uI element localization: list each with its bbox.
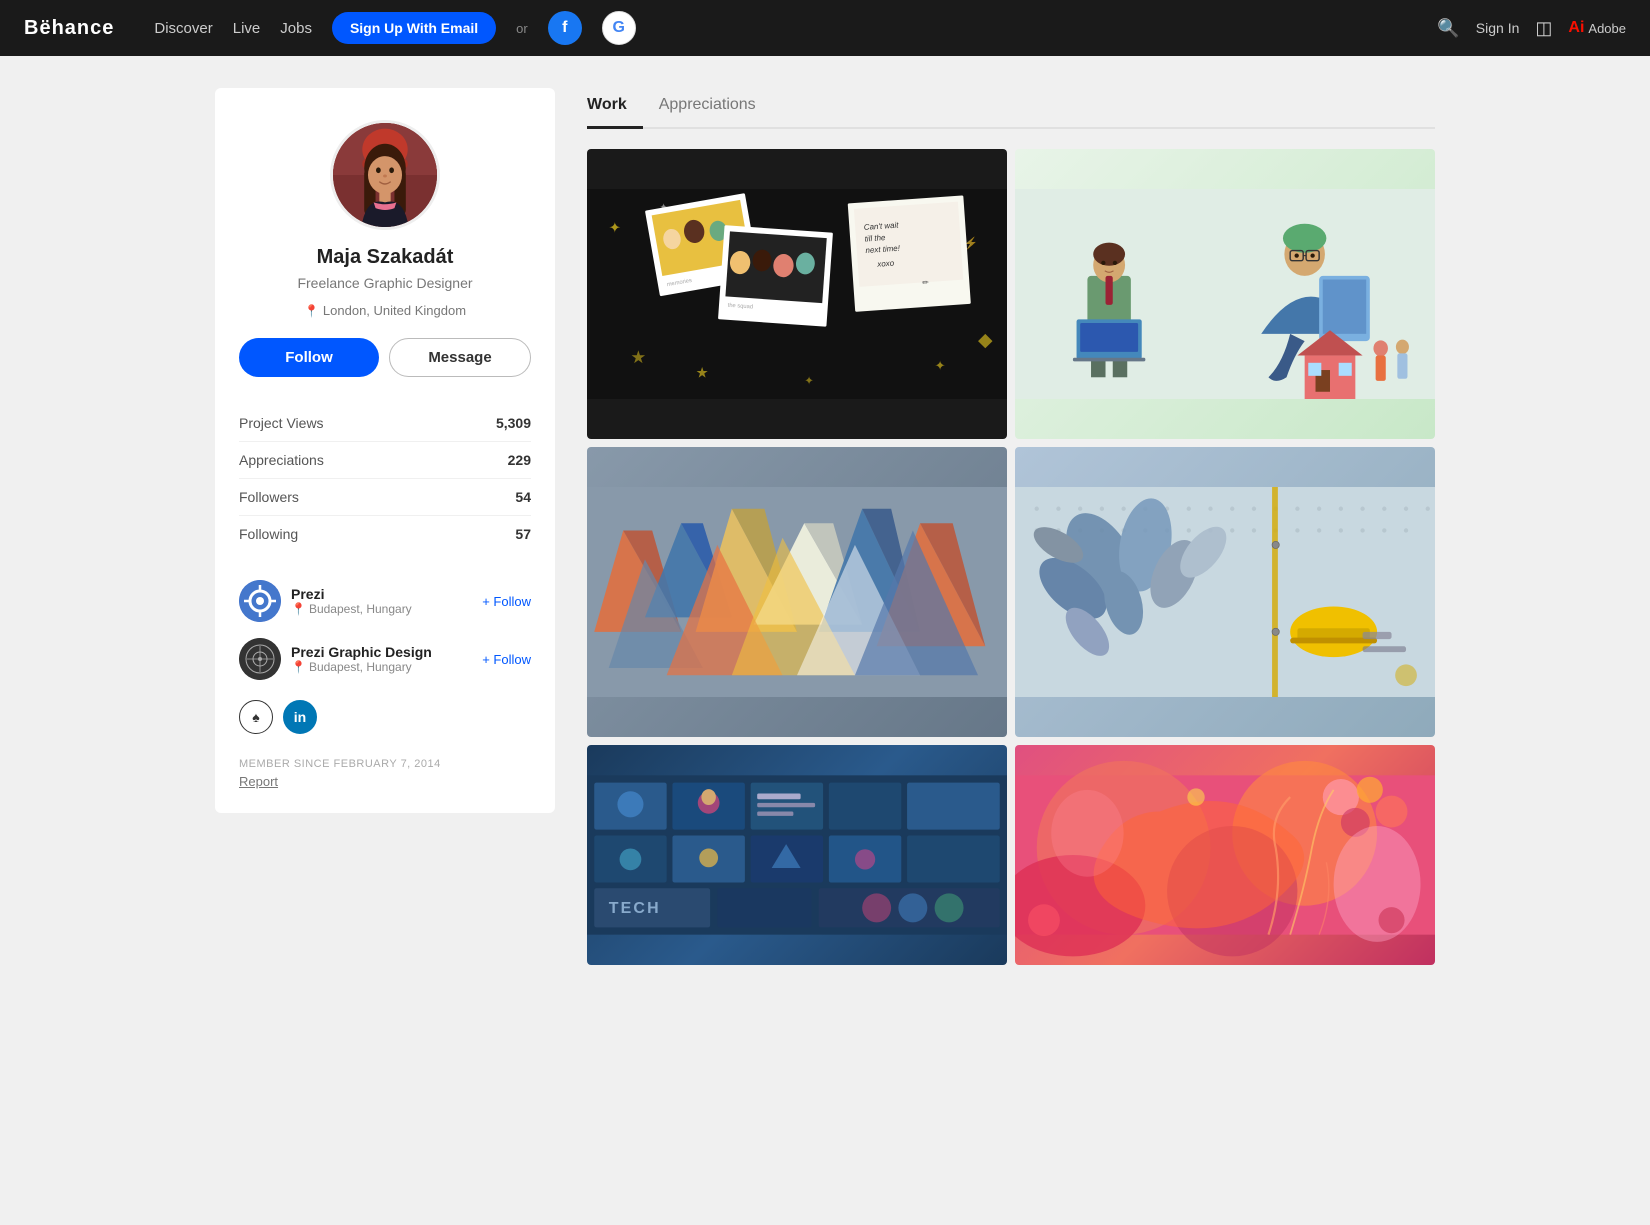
main-content: Work Appreciations ✦ ⚡ ★ ✦ ✦ ✦	[587, 88, 1435, 965]
message-button[interactable]: Message	[389, 338, 531, 377]
nav-discover[interactable]: Discover	[154, 20, 212, 37]
adobe-a-icon: Ai	[1568, 19, 1584, 37]
svg-text:till the: till the	[864, 233, 886, 243]
profile-title: Freelance Graphic Designer	[239, 275, 531, 291]
list-item: Prezi Graphic Design 📍Budapest, Hungary …	[239, 638, 531, 680]
nav-live[interactable]: Live	[233, 20, 261, 37]
project-thumbnail	[1015, 447, 1435, 737]
project-card[interactable]: ✦ ⚡ ★ ✦ ✦ ✦ memories	[587, 149, 1007, 439]
org-follow-button[interactable]: + Follow	[482, 594, 531, 609]
stat-label: Project Views	[239, 405, 446, 442]
project-card[interactable]	[1015, 745, 1435, 965]
project-card[interactable]	[1015, 149, 1435, 439]
prezi-logo-icon	[239, 580, 281, 622]
social-links: ♠ in	[239, 700, 531, 734]
table-row: Appreciations 229	[239, 442, 531, 479]
stat-value: 229	[446, 442, 531, 479]
stat-label: Appreciations	[239, 442, 446, 479]
svg-text:✦: ✦	[804, 376, 814, 388]
org-info: Prezi Graphic Design 📍Budapest, Hungary	[291, 644, 472, 674]
org-name: Prezi Graphic Design	[291, 644, 472, 660]
signup-email-button[interactable]: Sign Up With Email	[332, 12, 496, 44]
profile-name: Maja Szakadát	[239, 246, 531, 269]
avatar-wrap	[239, 120, 531, 230]
avatar	[330, 120, 440, 230]
stat-label: Followers	[239, 479, 446, 516]
stats-table: Project Views 5,309 Appreciations 229 Fo…	[239, 405, 531, 552]
org-follow-button[interactable]: + Follow	[482, 652, 531, 667]
stat-label: Following	[239, 516, 446, 553]
svg-text:★: ★	[696, 365, 709, 381]
svg-text:✦: ✦	[609, 220, 621, 236]
facebook-icon: f	[562, 19, 567, 37]
table-row: Followers 54	[239, 479, 531, 516]
location-pin-icon: 📍	[291, 602, 306, 616]
project-thumbnail	[587, 447, 1007, 737]
projects-grid: ✦ ⚡ ★ ✦ ✦ ✦ memories	[587, 149, 1435, 737]
org-avatar-prezi-design[interactable]	[239, 638, 281, 680]
member-since: MEMBER SINCE FEBRUARY 7, 2014	[239, 758, 531, 770]
project-thumbnail	[1015, 745, 1435, 965]
avatar-illustration	[333, 120, 437, 230]
table-row: Project Views 5,309	[239, 405, 531, 442]
nav-links: Discover Live Jobs	[154, 20, 312, 37]
adobe-logo: Ai Adobe	[1568, 19, 1626, 37]
stat-value: 57	[446, 516, 531, 553]
table-row: Following 57	[239, 516, 531, 553]
project-card[interactable]	[587, 447, 1007, 737]
project-card[interactable]: TECH	[587, 745, 1007, 965]
signup-google-button[interactable]: G	[602, 11, 636, 45]
page-body: Maja Szakadát Freelance Graphic Designer…	[175, 56, 1475, 997]
svg-text:xoxo: xoxo	[876, 259, 895, 269]
content-tabs: Work Appreciations	[587, 88, 1435, 129]
projects-bottom: TECH	[587, 745, 1435, 965]
signup-facebook-button[interactable]: f	[548, 11, 582, 45]
tab-appreciations[interactable]: Appreciations	[659, 88, 772, 129]
org-location: 📍Budapest, Hungary	[291, 660, 472, 674]
profile-actions: Follow Message	[239, 338, 531, 377]
stat-value: 5,309	[446, 405, 531, 442]
nav-or-text: or	[516, 21, 528, 36]
prezi-design-logo-icon	[239, 638, 281, 680]
svg-text:TECH: TECH	[609, 900, 661, 917]
signin-link[interactable]: Sign In	[1476, 20, 1520, 36]
stat-value: 54	[446, 479, 531, 516]
location-pin-icon: 📍	[304, 304, 319, 318]
navbar: Bëhance Discover Live Jobs Sign Up With …	[0, 0, 1650, 56]
project-thumbnail: ✦ ⚡ ★ ✦ ✦ ✦ memories	[587, 149, 1007, 439]
nav-right: 🔍 Sign In ◫ Ai Adobe	[1437, 18, 1626, 39]
google-icon: G	[613, 19, 625, 37]
grid-icon[interactable]: ◫	[1535, 18, 1552, 39]
site-logo[interactable]: Bëhance	[24, 17, 114, 40]
svg-text:★: ★	[630, 347, 646, 367]
list-item: Prezi 📍Budapest, Hungary + Follow	[239, 580, 531, 622]
location-pin-icon: 📍	[291, 660, 306, 674]
svg-text:✏: ✏	[922, 278, 930, 287]
org-avatar-prezi[interactable]	[239, 580, 281, 622]
linkedin-icon[interactable]: in	[283, 700, 317, 734]
project-thumbnail	[1015, 149, 1435, 439]
tab-work[interactable]: Work	[587, 88, 643, 129]
org-location: 📍Budapest, Hungary	[291, 602, 472, 616]
svg-text:✦: ✦	[935, 358, 946, 373]
nav-jobs[interactable]: Jobs	[280, 20, 312, 37]
profile-sidebar: Maja Szakadát Freelance Graphic Designer…	[215, 88, 555, 813]
project-card[interactable]	[1015, 447, 1435, 737]
dribbble-icon[interactable]: ♠	[239, 700, 273, 734]
profile-location: 📍 London, United Kingdom	[239, 303, 531, 318]
org-info: Prezi 📍Budapest, Hungary	[291, 586, 472, 616]
search-icon[interactable]: 🔍	[1437, 18, 1459, 39]
report-link[interactable]: Report	[239, 774, 531, 789]
project-thumbnail: TECH	[587, 745, 1007, 965]
follow-button[interactable]: Follow	[239, 338, 379, 377]
org-name: Prezi	[291, 586, 472, 602]
org-list: Prezi 📍Budapest, Hungary + Follow	[239, 580, 531, 680]
